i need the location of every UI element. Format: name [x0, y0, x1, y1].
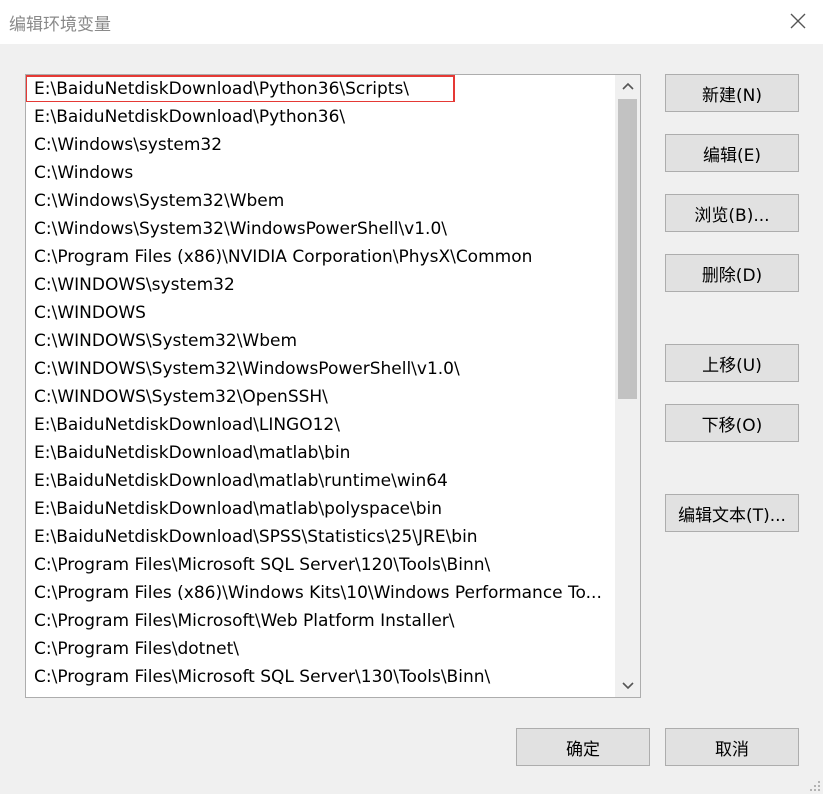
list-item-text: E:\BaiduNetdiskDownload\matlab\polyspace… — [34, 499, 443, 519]
list-item[interactable]: C:\Program Files\Microsoft\Web Platform … — [26, 607, 615, 635]
path-listbox[interactable]: E:\BaiduNetdiskDownload\Python36\Scripts… — [25, 74, 641, 698]
title-bar: 编辑环境变量 — [0, 0, 823, 44]
list-item[interactable]: C:\WINDOWS\System32\Wbem — [26, 327, 615, 355]
list-item-text: C:\Program Files\dotnet\ — [34, 639, 239, 659]
list-item[interactable]: C:\Windows\system32 — [26, 131, 615, 159]
list-item[interactable]: C:\Program Files\Microsoft SQL Server\12… — [26, 551, 615, 579]
move-down-button[interactable]: 下移(O) — [665, 404, 799, 442]
chevron-down-icon — [621, 682, 634, 690]
vertical-scrollbar[interactable] — [615, 75, 640, 697]
move-up-button[interactable]: 上移(U) — [665, 344, 799, 382]
list-item-text: C:\WINDOWS\system32 — [34, 275, 235, 295]
list-item[interactable]: C:\Program Files\dotnet\ — [26, 635, 615, 663]
list-item-text: E:\BaiduNetdiskDownload\matlab\runtime\w… — [34, 471, 448, 491]
list-item[interactable]: C:\Windows — [26, 159, 615, 187]
list-item-text: E:\BaiduNetdiskDownload\Python36\ — [34, 107, 346, 127]
list-item[interactable]: E:\BaiduNetdiskDownload\Python36\ — [26, 103, 615, 131]
list-item-text: C:\Windows\System32\WindowsPowerShell\v1… — [34, 219, 447, 239]
list-item-text: C:\Program Files (x86)\NVIDIA Corporatio… — [34, 247, 533, 267]
list-item[interactable]: C:\Program Files\Microsoft SQL Server\13… — [26, 663, 615, 691]
path-list: E:\BaiduNetdiskDownload\Python36\Scripts… — [26, 75, 615, 697]
delete-button[interactable]: 删除(D) — [665, 254, 799, 292]
new-button[interactable]: 新建(N) — [665, 74, 799, 112]
list-item-text: C:\WINDOWS\System32\WindowsPowerShell\v1… — [34, 359, 460, 379]
list-item[interactable]: E:\BaiduNetdiskDownload\SPSS\Statistics\… — [26, 523, 615, 551]
list-item-text: C:\Program Files\Microsoft SQL Server\13… — [34, 667, 491, 687]
scroll-up-button[interactable] — [615, 75, 640, 97]
list-item[interactable]: E:\BaiduNetdiskDownload\matlab\runtime\w… — [26, 467, 615, 495]
list-item[interactable]: C:\Windows\System32\WindowsPowerShell\v1… — [26, 215, 615, 243]
list-item[interactable]: C:\WINDOWS\System32\OpenSSH\ — [26, 383, 615, 411]
cancel-button[interactable]: 取消 — [665, 728, 799, 766]
list-item-text: C:\WINDOWS\System32\OpenSSH\ — [34, 387, 328, 407]
resize-grip-icon[interactable] — [807, 778, 821, 792]
edit-text-button[interactable]: 编辑文本(T)... — [665, 494, 799, 532]
list-item[interactable]: C:\WINDOWS\system32 — [26, 271, 615, 299]
list-item-text: E:\BaiduNetdiskDownload\Python36\Scripts… — [34, 79, 410, 99]
chevron-up-icon — [621, 82, 634, 90]
list-item[interactable]: C:\Program Files (x86)\Windows Kits\10\W… — [26, 579, 615, 607]
list-item-text: C:\Program Files (x86)\Windows Kits\10\W… — [34, 583, 602, 603]
close-icon — [790, 13, 806, 29]
list-item-text: C:\WINDOWS\System32\Wbem — [34, 331, 298, 351]
edit-button[interactable]: 编辑(E) — [665, 134, 799, 172]
list-item-text: E:\BaiduNetdiskDownload\SPSS\Statistics\… — [34, 527, 478, 547]
list-item-text: C:\Windows\System32\Wbem — [34, 191, 285, 211]
list-item[interactable]: C:\WINDOWS — [26, 299, 615, 327]
list-item[interactable]: C:\Program Files (x86)\NVIDIA Corporatio… — [26, 243, 615, 271]
list-item-text: E:\BaiduNetdiskDownload\matlab\bin — [34, 443, 351, 463]
scroll-down-button[interactable] — [615, 675, 640, 697]
list-item-text: C:\Windows — [34, 163, 134, 183]
list-item-text: C:\Program Files\Microsoft SQL Server\12… — [34, 555, 491, 575]
list-item[interactable]: E:\BaiduNetdiskDownload\LINGO12\ — [26, 411, 615, 439]
window-title: 编辑环境变量 — [9, 15, 111, 35]
list-item[interactable]: E:\BaiduNetdiskDownload\matlab\polyspace… — [26, 495, 615, 523]
list-item[interactable]: E:\BaiduNetdiskDownload\Python36\Scripts… — [26, 75, 615, 103]
scrollbar-thumb[interactable] — [618, 99, 637, 399]
browse-button[interactable]: 浏览(B)... — [665, 194, 799, 232]
list-item-text: C:\Windows\system32 — [34, 135, 223, 155]
list-item-text: E:\BaiduNetdiskDownload\LINGO12\ — [34, 415, 340, 435]
ok-button[interactable]: 确定 — [516, 728, 650, 766]
list-item[interactable]: C:\WINDOWS\System32\WindowsPowerShell\v1… — [26, 355, 615, 383]
list-item[interactable]: E:\BaiduNetdiskDownload\matlab\bin — [26, 439, 615, 467]
close-button[interactable] — [787, 10, 809, 32]
row-divider — [26, 690, 615, 691]
list-item-text: C:\WINDOWS — [34, 303, 146, 323]
list-item[interactable]: C:\Windows\System32\Wbem — [26, 187, 615, 215]
list-item-text: C:\Program Files\Microsoft\Web Platform … — [34, 611, 455, 631]
